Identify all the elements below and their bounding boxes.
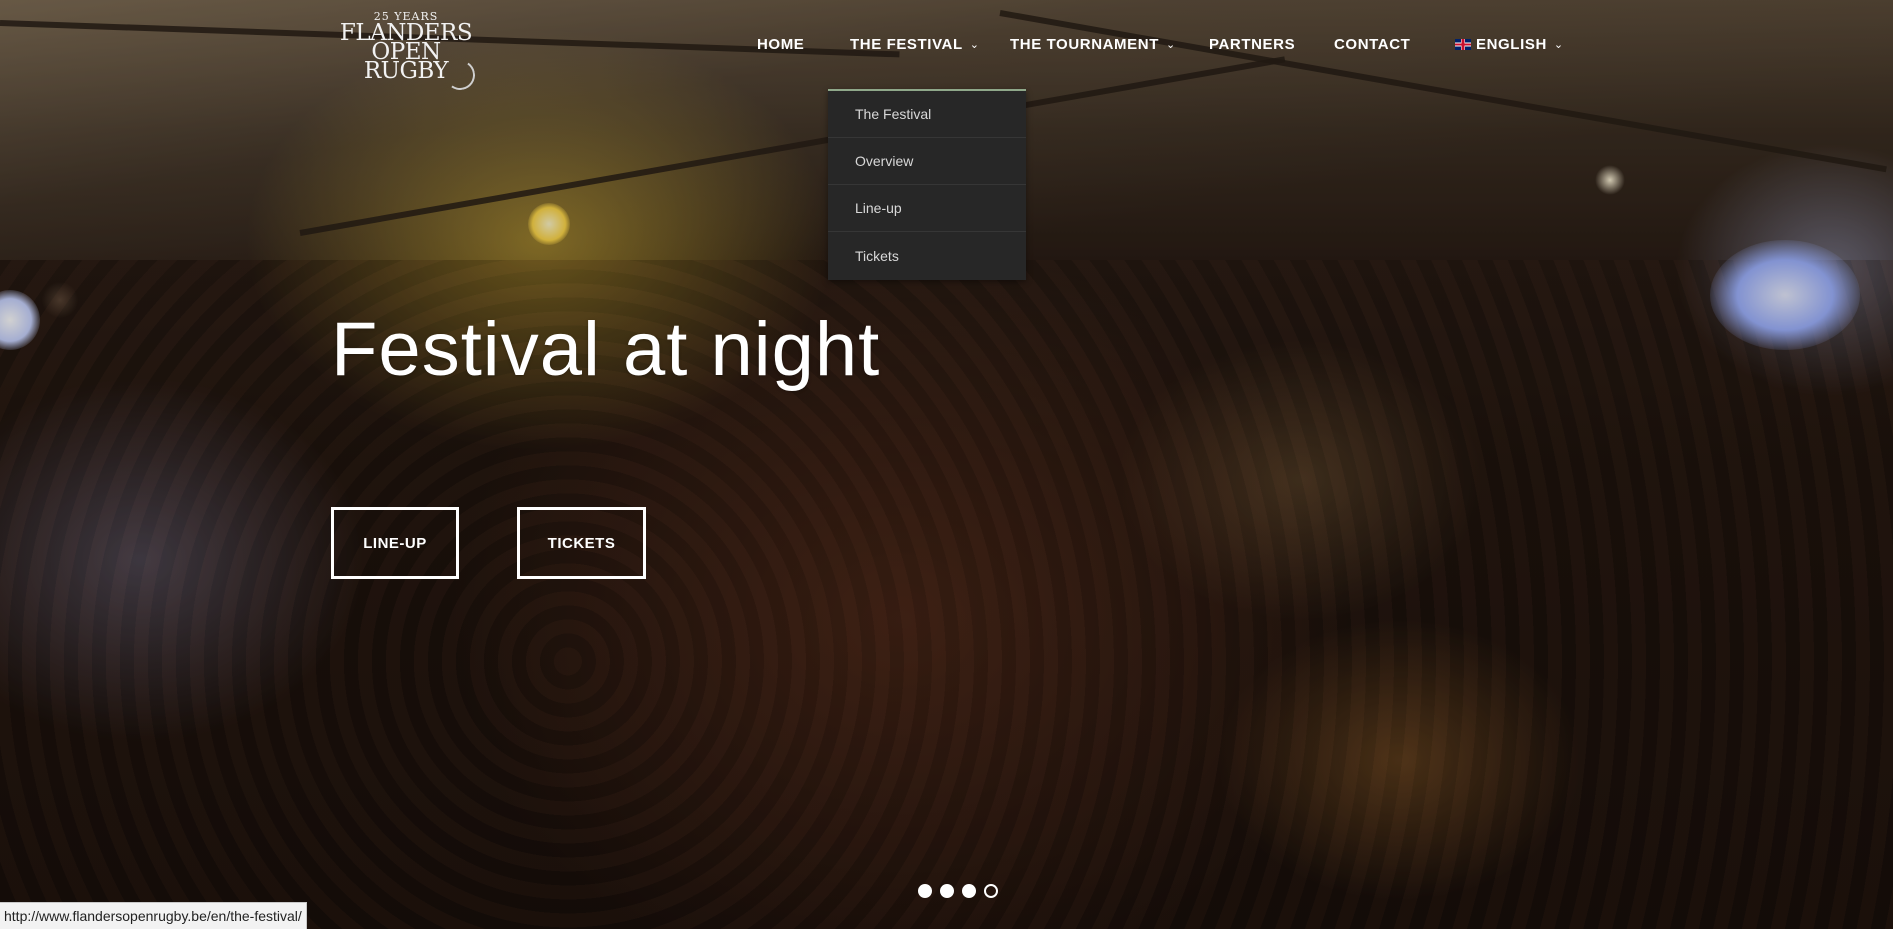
uk-flag-icon [1455,39,1471,50]
slider-pagination [918,884,998,898]
dropdown-item-overview[interactable]: Overview [828,138,1026,185]
status-url: http://www.flandersopenrugby.be/en/the-f… [4,908,302,924]
nav-label: ENGLISH [1476,36,1547,53]
chevron-down-icon: ⌄ [1165,39,1176,51]
festival-dropdown-menu: The Festival Overview Line-up Tickets [828,89,1026,280]
nav-label: HOME [757,36,805,53]
nav-label: PARTNERS [1209,36,1296,53]
slider-dot[interactable] [962,884,976,898]
nav-the-festival[interactable]: THE FESTIVAL ⌄ [850,36,980,53]
site-logo[interactable]: 25 YEARS FLANDERS OPEN RUGBY [331,10,481,94]
slider-dot-active[interactable] [984,884,998,898]
line-up-button[interactable]: LINE-UP [331,507,459,579]
nav-contact[interactable]: CONTACT [1334,36,1410,53]
nav-the-tournament[interactable]: THE TOURNAMENT ⌄ [1010,36,1176,53]
nav-label: THE TOURNAMENT [1010,36,1159,53]
nav-home[interactable]: HOME [757,36,804,53]
slider-dot[interactable] [940,884,954,898]
nav-label: CONTACT [1334,36,1411,53]
dropdown-item-tickets[interactable]: Tickets [828,232,1026,279]
chevron-down-icon: ⌄ [1553,39,1564,51]
chevron-down-icon: ⌄ [969,39,980,51]
nav-label: THE FESTIVAL [850,36,963,53]
browser-status-bar: http://www.flandersopenrugby.be/en/the-f… [0,902,307,929]
nav-language-english[interactable]: ENGLISH ⌄ [1455,36,1564,53]
dropdown-item-the-festival[interactable]: The Festival [828,91,1026,138]
nav-partners[interactable]: PARTNERS [1209,36,1295,53]
dropdown-item-line-up[interactable]: Line-up [828,185,1026,232]
hero-headline: Festival at night [331,307,881,392]
slider-dot[interactable] [918,884,932,898]
tickets-button[interactable]: TICKETS [517,507,646,579]
